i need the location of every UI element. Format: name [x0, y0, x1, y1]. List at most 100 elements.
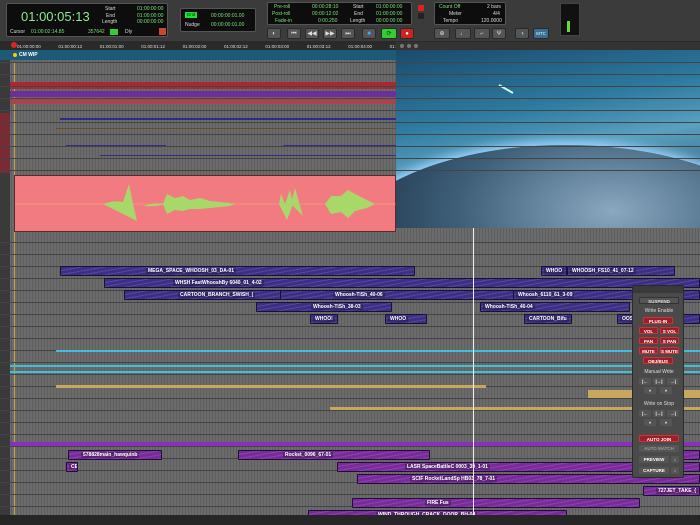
stop-button[interactable]: ■ [362, 28, 376, 39]
stop-write-start-button[interactable]: |← [639, 410, 651, 417]
audio-clip[interactable]: Rocket_0096_67-01 [238, 450, 430, 460]
play-loop-button[interactable]: ⟳ [381, 28, 397, 39]
clip-name: WHOOSH_FS10_41_07-12 [570, 268, 636, 274]
clip-name: Whoosh-TiSh_40-04 [483, 304, 535, 310]
track-divider [0, 410, 700, 411]
count-off-label[interactable]: Count Off [439, 4, 460, 10]
mute-write-button[interactable]: MUTE [639, 347, 658, 354]
audio-clip[interactable]: WHOO [541, 266, 567, 276]
audio-clip[interactable]: WHOO [385, 314, 427, 324]
audio-clip[interactable]: CE [66, 462, 78, 472]
track-divider [0, 62, 700, 63]
send-pan-write-button[interactable]: S PAN [660, 337, 679, 344]
preroll-label[interactable]: Pre-roll [274, 4, 290, 10]
preroll-value[interactable]: 00:00:28:10 [312, 4, 338, 10]
audio-clip[interactable]: CARTOON_Bifu [524, 314, 572, 324]
dialog-audio-clip[interactable] [14, 175, 397, 232]
clip-name: Whoosh-TiSh_40-06 [333, 292, 385, 298]
horizontal-scrollbar[interactable] [0, 515, 700, 525]
tempo-map-button[interactable]: ♩ [455, 28, 471, 39]
ruler-tick-label: 01:00:04:00 [348, 44, 372, 49]
tan-clip[interactable] [56, 385, 486, 388]
rewind-button[interactable]: ◀◀ [305, 28, 319, 39]
midi-merge-button[interactable]: ⊕ [434, 28, 450, 39]
objbus-write-button[interactable]: OBJ/BUS [643, 357, 673, 364]
send-mute-write-button[interactable]: S MUTE [660, 347, 679, 354]
preview-punch-icon[interactable]: ↓ [671, 456, 679, 463]
main-counter[interactable]: 01:00:05:13 [21, 9, 90, 24]
tempo-panel: Count Off 2 bars Meter 4/4 Tempo 120.000… [434, 2, 506, 25]
capture-punch-icon[interactable]: ↓ [671, 467, 679, 474]
fast-forward-button[interactable]: ▶▶ [323, 28, 337, 39]
minimize-icon[interactable] [407, 44, 411, 48]
audio-clip[interactable]: WHSH FastWhooshBy 6040_01_4-02 [104, 278, 700, 288]
write-to-end-button[interactable]: →| [667, 378, 679, 385]
sync-button[interactable]: ◑ [515, 28, 529, 39]
cursor-value: 01:00:02:14.85 [31, 29, 65, 35]
zoom-icon[interactable] [414, 44, 418, 48]
memory-location-name[interactable]: CM WIP [19, 52, 38, 58]
postroll-label[interactable]: Post-roll [272, 11, 290, 17]
online-button[interactable]: ◐ [267, 28, 281, 39]
close-icon[interactable] [400, 44, 404, 48]
nudge-value[interactable]: 00:00:00:01.00 [211, 22, 244, 28]
meter-value[interactable]: 4/4 [493, 11, 500, 17]
grid-value[interactable]: 00:00:00:01.00 [211, 13, 244, 19]
length-value[interactable]: 00:00:00:00 [137, 19, 163, 25]
suspend-button[interactable]: SUSPEND [639, 297, 679, 304]
auto-join-button[interactable]: AUTO JOIN [639, 435, 679, 442]
stop-write-all-button[interactable]: |↔| [653, 410, 665, 417]
loop-start-line [14, 62, 15, 515]
postroll-value[interactable]: 00:00:12:02 [312, 11, 338, 17]
length-label-2: Length [350, 18, 366, 24]
go-to-end-button[interactable]: ⏭ [341, 28, 355, 39]
clip-name: CE [69, 464, 78, 470]
end-value-2[interactable]: 01:00:00:00 [376, 11, 402, 17]
track-divider [0, 422, 700, 423]
write-to-start-button[interactable]: |← [639, 378, 651, 385]
audio-clip[interactable]: WHOOSH_FS10_41_07-12 [567, 266, 675, 276]
stop-write-punch-end-button[interactable]: » [660, 419, 672, 426]
click-button[interactable]: Ψ [492, 28, 506, 39]
stop-write-punch-start-button[interactable]: « [644, 419, 656, 426]
record-button[interactable]: ● [400, 28, 414, 39]
count-off-value[interactable]: 2 bars [487, 4, 501, 10]
preview-button[interactable]: PREVIEW [639, 456, 669, 463]
video-window-titlebar[interactable] [396, 42, 700, 50]
clip-name: CARTOON_Bifu [527, 316, 569, 322]
automation-titlebar[interactable] [633, 286, 683, 293]
start-value[interactable]: 01:00:00:00 [137, 6, 163, 12]
audio-clip[interactable]: 727JET_TAKE_( [643, 486, 700, 496]
pan-write-button[interactable]: PAN [639, 337, 658, 344]
audio-clip[interactable]: MEGA_SPACE_WHOOSH_03_DA-01 [60, 266, 415, 276]
audio-clip[interactable]: 578828main_hawquinb [68, 450, 162, 460]
capture-button[interactable]: CAPTURE [639, 467, 669, 474]
auto-match-button[interactable]: AUTO MATCH [639, 445, 679, 452]
delay-comp-icon[interactable] [110, 29, 118, 35]
return-to-zero-button[interactable]: ⏮ [287, 28, 301, 39]
magenta-clip-bar[interactable] [10, 442, 700, 446]
write-to-punch-end-button[interactable]: » [660, 387, 672, 394]
plugin-write-button[interactable]: PLUG-IN [643, 317, 673, 324]
audio-clip[interactable]: WHOO! [310, 314, 338, 324]
ruler-tick-label: 01:00:01:12 [141, 44, 165, 49]
cursor-label: Cursor [10, 29, 26, 35]
send-vol-write-button[interactable]: S VOL [660, 327, 679, 334]
stop-write-end-button[interactable]: →| [667, 410, 679, 417]
grid-button[interactable]: Grid [185, 12, 197, 18]
tempo-value[interactable]: 120.0000 [481, 18, 502, 24]
vol-write-button[interactable]: VOL [639, 327, 658, 334]
dly-label[interactable]: Dly [125, 29, 132, 35]
write-to-all-button[interactable]: |↔| [653, 378, 665, 385]
mtc-button[interactable]: MTC [533, 28, 549, 39]
meter-map-button[interactable]: ⌐ [474, 28, 490, 39]
record-status-icon[interactable] [159, 28, 166, 35]
fadein-label[interactable]: Fade-in [275, 18, 292, 24]
audio-clip[interactable]: Whoosh-TiSh_38-03 [256, 302, 392, 312]
audio-clip[interactable]: Whoosh-TiSh_40-04 [480, 302, 630, 312]
audio-clip[interactable]: FIRE Fus [352, 498, 640, 508]
start-value-2[interactable]: 01:00:00:00 [376, 4, 402, 10]
fadein-value[interactable]: 0:00.250 [318, 18, 337, 24]
length-value-2[interactable]: 00:00:00:00 [376, 18, 402, 24]
write-to-punch-start-button[interactable]: « [644, 387, 656, 394]
